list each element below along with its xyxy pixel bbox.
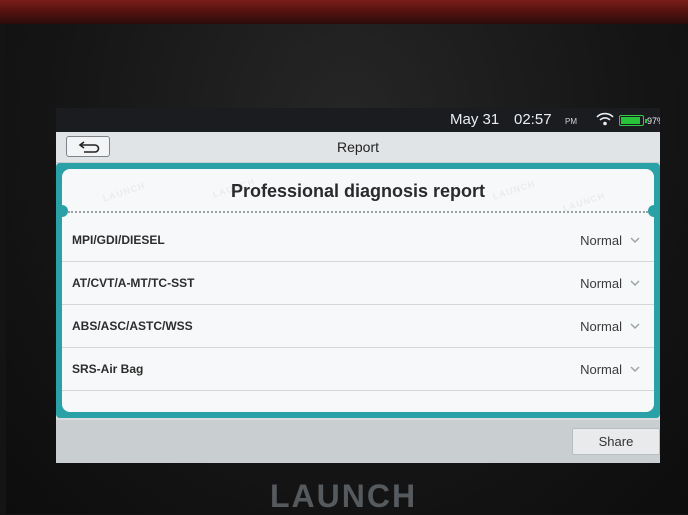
device-top-bezel — [0, 0, 688, 24]
chevron-down-icon[interactable] — [630, 280, 640, 287]
row-label: AT/CVT/A-MT/TC-SST — [72, 276, 195, 290]
report-card: LAUNCH LAUNCH LAUNCH LAUNCH Professional… — [56, 163, 660, 418]
row-status: Normal — [580, 233, 622, 248]
device-screen: May 31 02:57 PM 97% Report LAUNCH LAUNCH — [56, 108, 660, 463]
status-bar: May 31 02:57 PM 97% — [56, 108, 660, 132]
chevron-down-icon[interactable] — [630, 323, 640, 330]
row-label: SRS-Air Bag — [72, 362, 144, 376]
row-status: Normal — [580, 276, 622, 291]
dotted-divider — [68, 211, 648, 213]
result-row-abs-asc[interactable]: ABS/ASC/ASTC/WSS Normal — [62, 305, 654, 348]
ticket-notch — [62, 205, 68, 217]
chevron-down-icon[interactable] — [630, 366, 640, 373]
chevron-down-icon[interactable] — [630, 237, 640, 244]
status-ampm: PM — [565, 117, 577, 126]
brand-logo: LAUNCH — [270, 478, 418, 514]
battery-level: 97% — [647, 116, 660, 126]
row-status: Normal — [580, 319, 622, 334]
status-time: 02:57 — [514, 111, 552, 128]
ticket-notch — [648, 205, 654, 217]
report-panel[interactable]: LAUNCH LAUNCH LAUNCH LAUNCH Professional… — [62, 169, 654, 412]
result-row-srs-air-bag[interactable]: SRS-Air Bag Normal — [62, 348, 654, 391]
share-button[interactable]: Share — [572, 428, 660, 455]
bottom-action-bar: Share — [56, 420, 660, 463]
result-row-at-cvt[interactable]: AT/CVT/A-MT/TC-SST Normal — [62, 262, 654, 305]
result-row-mpi-gdi-diesel[interactable]: MPI/GDI/DIESEL Normal — [62, 219, 654, 262]
battery-icon — [619, 115, 647, 126]
status-date: May 31 — [450, 111, 500, 128]
page-title: Report — [336, 139, 380, 155]
row-label: MPI/GDI/DIESEL — [72, 233, 165, 247]
row-status: Normal — [580, 362, 622, 377]
report-heading: Professional diagnosis report — [230, 181, 486, 201]
row-label: ABS/ASC/ASTC/WSS — [72, 319, 193, 333]
title-bar: Report — [56, 132, 660, 163]
wifi-icon — [596, 112, 614, 131]
